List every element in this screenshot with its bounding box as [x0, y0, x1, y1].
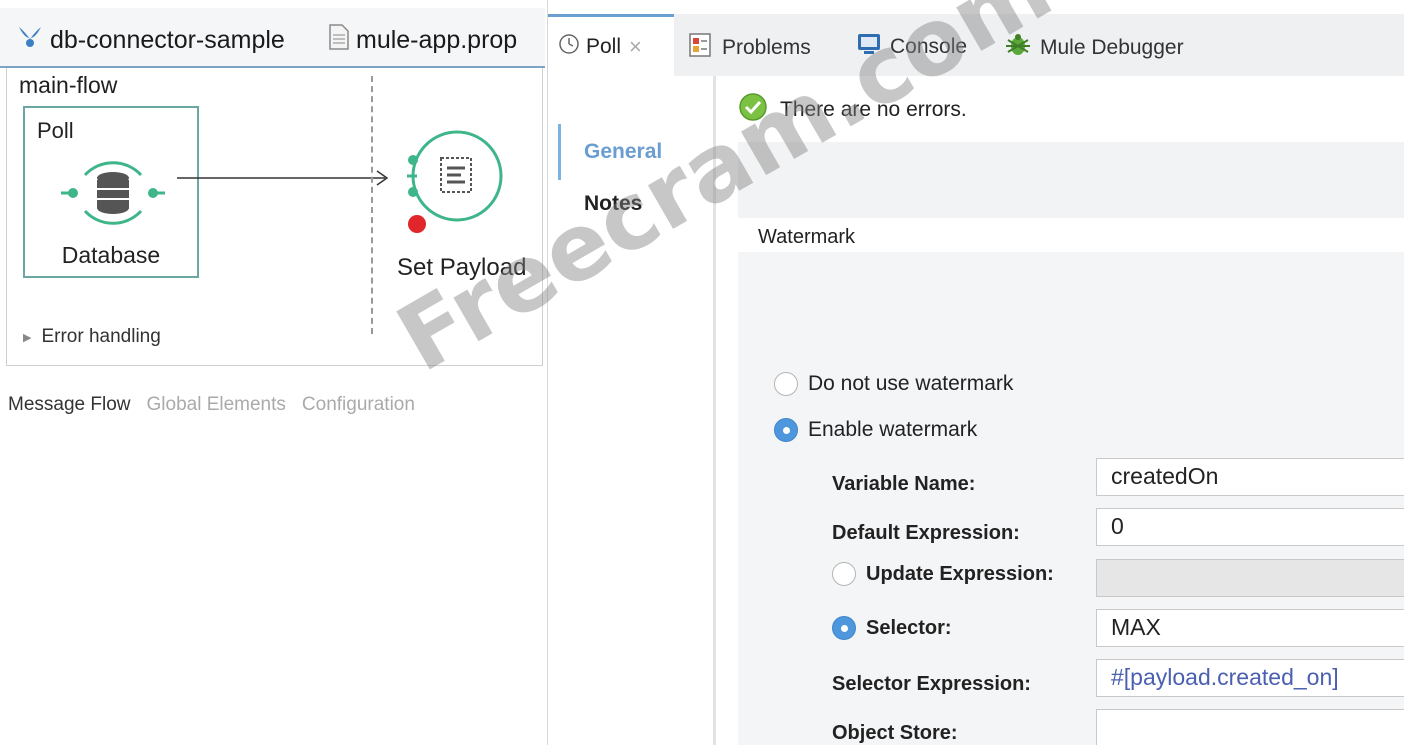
object-store-field[interactable]: [1096, 709, 1404, 745]
tab-debugger-label: Mule Debugger: [1040, 36, 1184, 59]
tab-problems[interactable]: Problems: [688, 32, 811, 64]
clock-icon: [558, 33, 586, 61]
radio-enable-watermark[interactable]: Enable watermark: [774, 418, 977, 442]
watermark-section-title: Watermark: [758, 226, 856, 248]
set-payload-icon: [440, 157, 472, 193]
close-icon[interactable]: ×: [629, 34, 642, 60]
watermark-group: Do not use watermark Enable watermark Va…: [738, 252, 1404, 745]
database-label: Database: [61, 242, 161, 268]
tab-properties-file[interactable]: mule-app.prop: [328, 22, 517, 58]
tab-problems-label: Problems: [722, 36, 811, 59]
tab-project-label: db-connector-sample: [50, 25, 285, 54]
default-expression-label: Default Expression:: [832, 522, 1020, 544]
editor-bottom-tabs: Message Flow Global Elements Configurati…: [8, 394, 415, 416]
tab-poll-label: Poll: [586, 34, 622, 58]
radio-button-selected[interactable]: [832, 616, 856, 640]
file-icon: [328, 23, 356, 58]
radio-enable-watermark-label: Enable watermark: [808, 418, 978, 441]
update-expression-label: Update Expression:: [866, 562, 1054, 585]
mule-project-icon: [16, 23, 50, 58]
problems-icon: [688, 32, 722, 64]
error-handling-toggle[interactable]: ▶ Error handling: [23, 326, 161, 348]
update-expression-field[interactable]: [1096, 559, 1404, 597]
variable-name-field[interactable]: createdOn: [1096, 458, 1404, 496]
radio-update-expression[interactable]: Update Expression:: [832, 562, 1054, 586]
properties-view: Poll × Problems Console Mule Debugger Ge…: [547, 0, 1404, 745]
radio-no-watermark-label: Do not use watermark: [808, 372, 1014, 395]
radio-button[interactable]: [832, 562, 856, 586]
editor-tab-bar: db-connector-sample mule-app.prop: [0, 8, 545, 68]
radio-selector[interactable]: Selector:: [832, 616, 952, 640]
expand-triangle-icon: ▶: [23, 331, 32, 344]
properties-content: There are no errors. Watermark Do not us…: [720, 76, 1404, 745]
poll-scope-label: Poll: [37, 118, 74, 143]
tab-message-flow[interactable]: Message Flow: [8, 394, 131, 416]
tab-global-elements[interactable]: Global Elements: [147, 394, 286, 416]
selector-expression-field[interactable]: #[payload.created_on]: [1096, 659, 1404, 697]
selector-label: Selector:: [866, 616, 952, 639]
variable-name-label: Variable Name:: [832, 473, 976, 495]
database-connector[interactable]: [61, 150, 165, 236]
selector-field[interactable]: MAX: [1096, 609, 1404, 647]
error-handling-label: Error handling: [41, 326, 161, 347]
object-store-label: Object Store:: [832, 722, 958, 744]
default-expression-field[interactable]: 0: [1096, 508, 1404, 546]
tab-project[interactable]: db-connector-sample: [16, 22, 285, 58]
flow-arrow: [177, 170, 389, 186]
tab-properties-label: mule-app.prop: [356, 25, 518, 54]
database-icon: [97, 172, 129, 214]
poll-scope[interactable]: Poll Database: [23, 106, 199, 278]
tab-poll[interactable]: Poll ×: [548, 14, 674, 76]
nav-selection-indicator: [558, 124, 561, 180]
flow-name: main-flow: [19, 72, 118, 98]
set-payload-transformer[interactable]: [403, 126, 513, 236]
tab-configuration[interactable]: Configuration: [302, 394, 415, 416]
selector-expression-label: Selector Expression:: [832, 673, 1031, 695]
radio-button[interactable]: [774, 372, 798, 396]
radio-button-selected[interactable]: [774, 418, 798, 442]
radio-no-watermark[interactable]: Do not use watermark: [774, 372, 1013, 396]
scope-divider: [371, 76, 373, 334]
breakpoint-icon: [408, 215, 426, 233]
